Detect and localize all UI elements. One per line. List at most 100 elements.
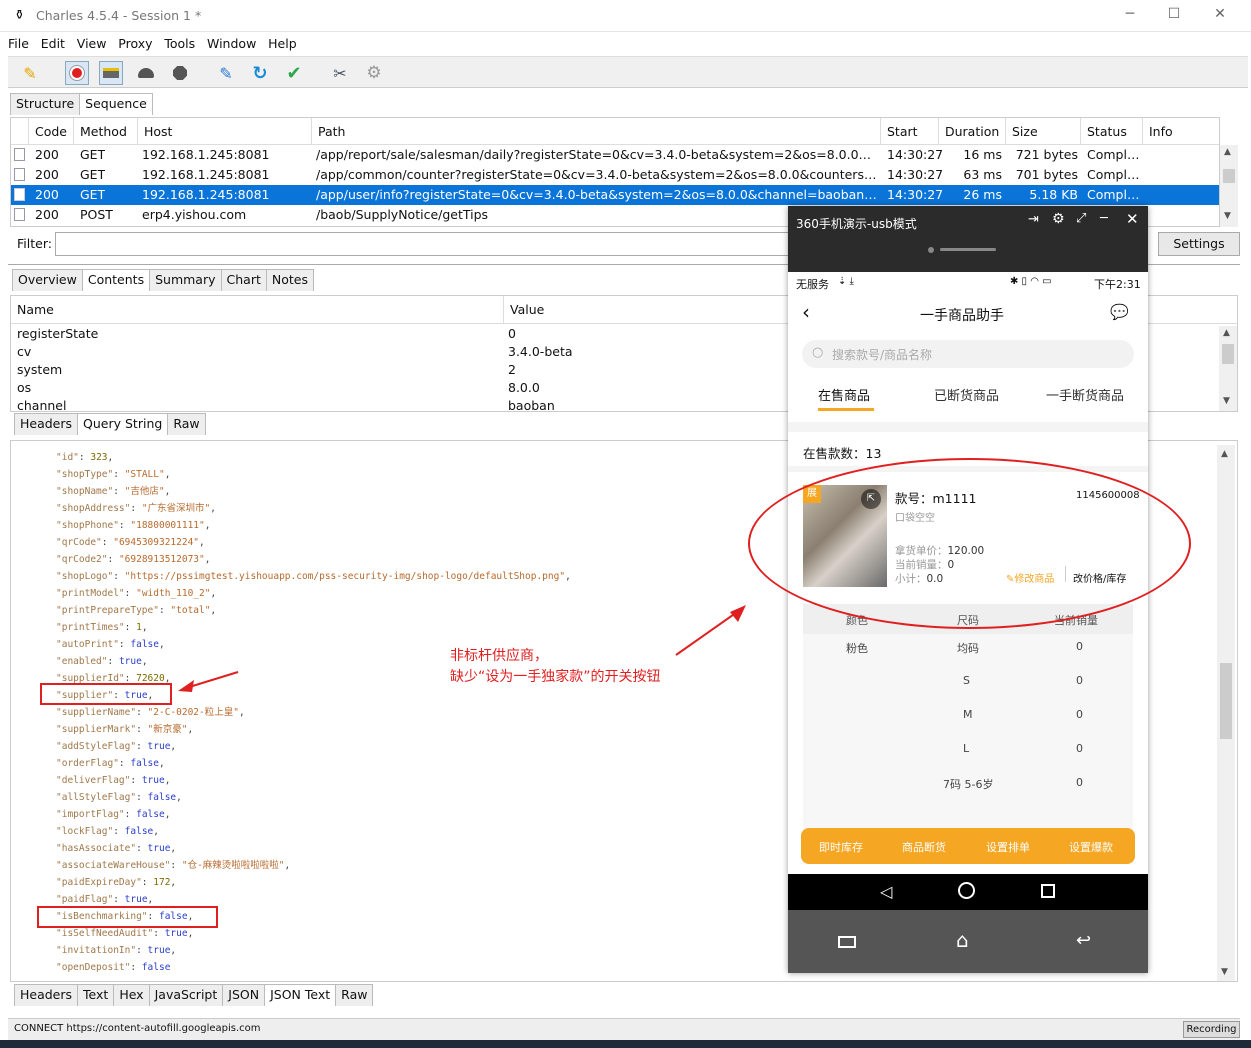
tab-notes[interactable]: Notes xyxy=(265,269,314,291)
broom-icon[interactable]: ✎ xyxy=(18,61,42,85)
tab-json[interactable]: JSON xyxy=(222,984,266,1006)
json-token: : xyxy=(113,826,125,837)
chat-icon[interactable]: 💬 xyxy=(1110,303,1129,321)
filter-input[interactable] xyxy=(55,232,795,256)
tab-json-text[interactable]: JSON Text xyxy=(264,984,337,1006)
menu-view[interactable]: View xyxy=(77,33,107,55)
column-header-host[interactable]: Host xyxy=(138,118,312,145)
tab-overview[interactable]: Overview xyxy=(12,269,83,291)
title-bar: ⚱ Charles 4.5.4 - Session 1 * ─ ☐ ✕ xyxy=(0,0,1251,32)
search-placeholder: 搜索款号/商品名称 xyxy=(832,348,933,362)
throttle-icon[interactable] xyxy=(99,61,123,85)
gear-icon[interactable]: ⚙ xyxy=(1052,211,1065,227)
maximize-button[interactable]: ☐ xyxy=(1164,6,1184,26)
tab-on-sale[interactable]: 在售商品 xyxy=(818,385,870,404)
tab-out-of-stock[interactable]: 已断货商品 xyxy=(934,385,999,404)
json-token: "printTimes" xyxy=(56,622,125,633)
menu-tools[interactable]: Tools xyxy=(164,33,195,55)
menu-file[interactable]: File xyxy=(8,33,29,55)
tab-headers[interactable]: Headers xyxy=(14,413,79,435)
json-token: : xyxy=(170,860,182,871)
check-icon[interactable]: ✔ xyxy=(282,61,306,85)
json-token: : xyxy=(136,707,148,718)
search-input[interactable]: ○ 搜索款号/商品名称 xyxy=(802,340,1134,368)
close-button[interactable]: ✕ xyxy=(1210,6,1230,26)
tab-sequence[interactable]: Sequence xyxy=(79,93,153,115)
document-icon xyxy=(14,148,25,161)
table-row[interactable]: 200 GET 192.168.1.245:8081 /app/common/c… xyxy=(11,165,1219,185)
column-header-status[interactable]: Status xyxy=(1081,118,1143,145)
android-home-icon[interactable] xyxy=(958,882,975,899)
tab-raw[interactable]: Raw xyxy=(335,984,374,1006)
refresh-icon[interactable]: ↻ xyxy=(248,61,272,85)
column-header-duration[interactable]: Duration xyxy=(939,118,1006,145)
settings-icon[interactable]: ⚙ xyxy=(362,61,386,85)
json-token: : xyxy=(118,639,131,650)
tab-javascript[interactable]: JavaScript xyxy=(148,984,224,1006)
tab-headers[interactable]: Headers xyxy=(14,984,79,1006)
sequence-scrollbar[interactable]: ▲ ▼ xyxy=(1220,145,1238,227)
json-token: "orderFlag" xyxy=(56,758,119,769)
home-icon[interactable]: ⌂ xyxy=(956,928,969,952)
json-scrollbar[interactable]: ▲ ▼ xyxy=(1217,445,1235,981)
json-token: : xyxy=(107,656,119,667)
minimize-icon[interactable]: ─ xyxy=(1100,211,1108,226)
turtle-icon[interactable] xyxy=(134,61,158,85)
column-header-path[interactable]: Path xyxy=(312,118,881,145)
tab-structure[interactable]: Structure xyxy=(10,93,81,115)
tab-contents[interactable]: Contents xyxy=(81,269,151,291)
return-icon[interactable]: ↩ xyxy=(1076,930,1091,951)
tab-raw[interactable]: Raw xyxy=(167,413,206,435)
record-icon[interactable] xyxy=(65,61,89,85)
param-scrollbar[interactable]: ▲ ▼ xyxy=(1219,326,1237,411)
usb-icon: ⇣ ⤓ xyxy=(838,276,854,287)
tab-text[interactable]: Text xyxy=(77,984,115,1006)
pin-icon[interactable]: ⇥ xyxy=(1028,212,1039,227)
sku-size: 均码 xyxy=(957,642,979,655)
recording-button[interactable]: Recording xyxy=(1183,1021,1240,1038)
table-row-selected[interactable]: 200 GET 192.168.1.245:8081 /app/user/inf… xyxy=(11,185,1219,205)
column-header-size[interactable]: Size xyxy=(1006,118,1081,145)
column-header-name[interactable]: Name xyxy=(11,296,504,324)
fullscreen-icon[interactable]: ⤢ xyxy=(1076,211,1086,226)
menu-proxy[interactable]: Proxy xyxy=(118,33,152,55)
set-schedule-button[interactable]: 设置排单 xyxy=(986,839,1030,855)
tab-underline xyxy=(818,408,874,411)
android-back-icon[interactable]: ◁ xyxy=(880,882,892,901)
menu-help[interactable]: Help xyxy=(268,33,297,55)
json-token: "invitationIn" xyxy=(56,945,137,956)
json-line: "supplierName": "2-C-0202-粒上皇", xyxy=(56,704,245,721)
json-token: "2-C-0202-粒上皇" xyxy=(147,707,239,718)
instant-stock-button[interactable]: 即时库存 xyxy=(819,839,863,855)
menu-window[interactable]: Window xyxy=(207,33,256,55)
android-recents-icon[interactable] xyxy=(1041,884,1055,898)
recent-apps-icon[interactable] xyxy=(838,936,856,948)
json-token: true xyxy=(147,945,171,956)
set-hot-button[interactable]: 设置爆款 xyxy=(1069,839,1113,855)
filter-label: Filter: xyxy=(17,236,52,251)
settings-button[interactable]: Settings xyxy=(1158,232,1240,256)
minimize-button[interactable]: ─ xyxy=(1120,6,1140,26)
pen-icon[interactable]: ✎ xyxy=(214,61,238,85)
json-token: : xyxy=(113,571,125,582)
back-arrow-icon[interactable]: ‹ xyxy=(802,300,810,324)
column-header-start[interactable]: Start xyxy=(881,118,939,145)
clock-text: 下午2:31 xyxy=(1094,278,1141,291)
tab-chart[interactable]: Chart xyxy=(220,269,267,291)
tab-hex[interactable]: Hex xyxy=(113,984,150,1006)
tab-first-hand-out[interactable]: 一手断货商品 xyxy=(1046,385,1124,404)
column-header-method[interactable]: Method xyxy=(74,118,138,145)
tab-summary[interactable]: Summary xyxy=(149,269,222,291)
highlight-supplier xyxy=(40,683,172,705)
json-line: "autoPrint": false, xyxy=(56,636,165,653)
menu-edit[interactable]: Edit xyxy=(41,33,65,55)
tools-icon[interactable]: ✂ xyxy=(328,61,352,85)
stop-icon[interactable] xyxy=(168,61,192,85)
tab-query-string[interactable]: Query String xyxy=(77,413,169,435)
json-line: "hasAssociate": true, xyxy=(56,840,176,857)
table-row[interactable]: 200 GET 192.168.1.245:8081 /app/report/s… xyxy=(11,145,1219,165)
close-icon[interactable]: ✕ xyxy=(1126,210,1139,228)
column-header-code[interactable]: Code xyxy=(29,118,74,145)
column-header-info[interactable]: Info xyxy=(1143,118,1219,145)
out-of-stock-button[interactable]: 商品断货 xyxy=(902,839,946,855)
